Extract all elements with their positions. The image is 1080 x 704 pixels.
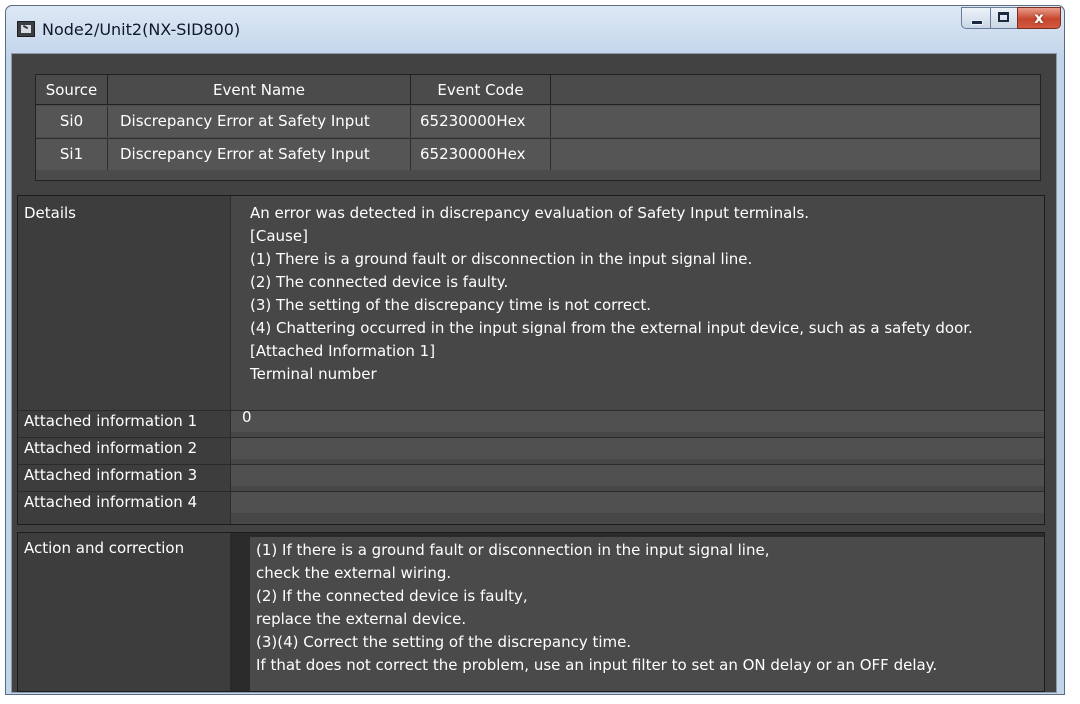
- attached-info-label-4: Attached information 4: [24, 493, 198, 511]
- details-label: Details: [24, 204, 77, 222]
- action-text-line: (2) If the connected device is faulty,: [256, 587, 528, 605]
- attached-info-row-4: Attached information 4: [18, 491, 1044, 514]
- details-text-line: [Attached Information 1]: [250, 342, 436, 360]
- cell-source: Si0: [36, 106, 108, 137]
- details-panel: Details An error was detected in discrep…: [17, 195, 1045, 525]
- title-bar[interactable]: Node2/Unit2(NX-SID800) x: [6, 6, 1064, 54]
- details-text-line: (3) The setting of the discrepancy time …: [250, 296, 652, 314]
- action-panel: Action and correction (1) If there is a …: [17, 532, 1045, 692]
- minimize-button[interactable]: [961, 7, 990, 29]
- close-icon: x: [1034, 9, 1044, 27]
- attached-info-row-2: Attached information 2: [18, 437, 1044, 460]
- minimize-icon: [971, 20, 983, 25]
- attached-info-label-3: Attached information 3: [24, 466, 198, 484]
- details-text-line: (2) The connected device is faulty.: [250, 273, 509, 291]
- details-text-line: (4) Chattering occurred in the input sig…: [250, 319, 973, 337]
- details-text-line: An error was detected in discrepancy eva…: [250, 204, 810, 222]
- column-header-blank: [551, 75, 1040, 105]
- details-text-line: Terminal number: [250, 365, 377, 383]
- cell-event-code: 65230000Hex: [411, 139, 551, 170]
- cell-event-name: Discrepancy Error at Safety Input: [108, 106, 411, 137]
- table-row[interactable]: Si0 Discrepancy Error at Safety Input 65…: [36, 106, 1040, 137]
- column-header-event-code[interactable]: Event Code: [411, 75, 551, 105]
- cell-blank: [551, 139, 1040, 170]
- attached-info-value-2[interactable]: [231, 438, 1044, 459]
- attached-info-label-2: Attached information 2: [24, 439, 198, 457]
- app-icon[interactable]: [17, 21, 35, 37]
- cell-event-code: 65230000Hex: [411, 106, 551, 137]
- attached-info-value-1[interactable]: [231, 411, 1044, 432]
- maximize-icon: [998, 12, 1009, 22]
- attached-info-value-4[interactable]: [231, 492, 1044, 513]
- column-header-event-name[interactable]: Event Name: [108, 75, 411, 105]
- cell-event-name: Discrepancy Error at Safety Input: [108, 139, 411, 170]
- event-table: Source Event Name Event Code Si0 Discrep…: [35, 74, 1041, 181]
- action-text-line: replace the external device.: [256, 610, 467, 628]
- table-row[interactable]: Si1 Discrepancy Error at Safety Input 65…: [36, 138, 1040, 170]
- attached-info-row-1: Attached information 1 0: [18, 408, 1044, 433]
- maximize-button[interactable]: [990, 7, 1017, 29]
- details-text-line: [Cause]: [250, 227, 308, 245]
- details-text-line: (1) There is a ground fault or disconnec…: [250, 250, 753, 268]
- attached-info-label-1: Attached information 1: [24, 412, 198, 430]
- attached-info-value-1-text: 0: [242, 408, 252, 426]
- column-header-source[interactable]: Source: [36, 75, 108, 105]
- action-label: Action and correction: [24, 539, 185, 557]
- action-text-line: (3)(4) Correct the setting of the discre…: [256, 633, 632, 651]
- cell-blank: [551, 106, 1040, 137]
- action-text-line: If that does not correct the problem, us…: [256, 656, 938, 674]
- action-text-line: check the external wiring.: [256, 564, 452, 582]
- attached-info-value-3[interactable]: [231, 465, 1044, 486]
- action-text-line: (1) If there is a ground fault or discon…: [256, 541, 770, 559]
- close-button[interactable]: x: [1017, 7, 1061, 29]
- cell-source: Si1: [36, 139, 108, 170]
- window-title: Node2/Unit2(NX-SID800): [42, 20, 241, 39]
- attached-info-row-3: Attached information 3: [18, 464, 1044, 487]
